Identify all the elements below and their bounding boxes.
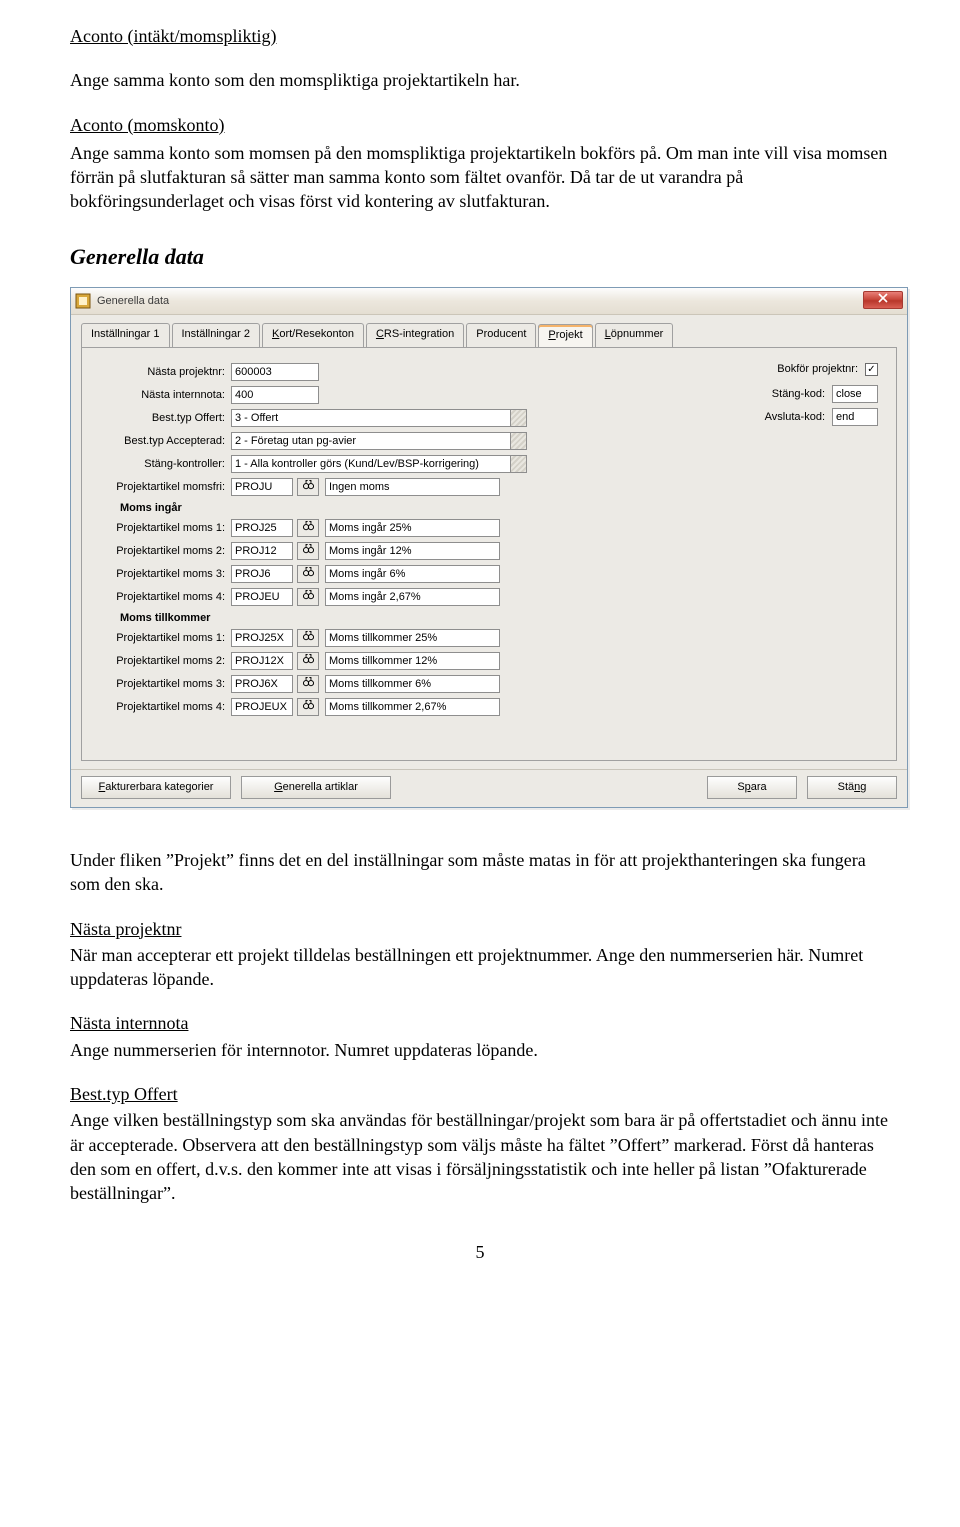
input-moms-ingar-0[interactable]: PROJ25 (231, 519, 293, 537)
label-besttyp-offert: Best.typ Offert: (94, 411, 231, 426)
tab-installningar-1[interactable]: Inställningar 1 (81, 323, 170, 347)
select-besttyp-offert[interactable]: 3 - Offert (231, 409, 511, 427)
label-moms-ingar-0: Projektartikel moms 1: (94, 521, 231, 536)
binoculars-icon (302, 629, 315, 647)
input-moms-ingar-2[interactable]: PROJ6 (231, 565, 293, 583)
binoculars-icon (302, 478, 315, 496)
checkbox-bokfor-projektnr[interactable]: ✓ (865, 363, 878, 376)
paragraph: Ange samma konto som momsen på den momsp… (70, 141, 890, 214)
input-nasta-projektnr[interactable]: 600003 (231, 363, 319, 381)
app-icon (75, 293, 91, 309)
select-besttyp-accepterad[interactable]: 2 - Företag utan pg-avier (231, 432, 511, 450)
input-projektartikel-momsfri[interactable]: PROJU (231, 478, 293, 496)
button-spara[interactable]: Spara (707, 776, 797, 799)
desc-moms-ingar-0: Moms ingår 25% (325, 519, 500, 537)
tab-kort-resekonton[interactable]: Kort/Resekonton (262, 323, 364, 347)
input-avsluta-kod[interactable]: end (832, 408, 878, 426)
label-bokfor-projektnr: Bokför projektnr: (777, 362, 860, 377)
desc-moms-tillkommer-3: Moms tillkommer 2,67% (325, 698, 500, 716)
binoculars-icon (302, 652, 315, 670)
input-moms-ingar-3[interactable]: PROJEU (231, 588, 293, 606)
binoculars-icon (302, 675, 315, 693)
label-moms-ingar-1: Projektartikel moms 2: (94, 544, 231, 559)
label-projektartikel-momsfri: Projektartikel momsfri: (94, 480, 231, 495)
bottom-bar: Fakturerbara kategorier Generella artikl… (71, 769, 907, 807)
dialog-generella-data: Generella data Inställningar 1 Inställni… (70, 287, 908, 808)
label-moms-tillkommer-3: Projektartikel moms 4: (94, 700, 231, 715)
label-moms-tillkommer-0: Projektartikel moms 1: (94, 631, 231, 646)
group-title-moms-ingar: Moms ingår (120, 501, 884, 516)
close-icon (878, 293, 888, 308)
input-moms-ingar-1[interactable]: PROJ12 (231, 542, 293, 560)
desc-projektartikel-momsfri: Ingen moms (325, 478, 500, 496)
lookup-button[interactable] (297, 675, 319, 693)
label-avsluta-kod: Avsluta-kod: (765, 410, 827, 425)
lookup-button[interactable] (297, 478, 319, 496)
heading-besttyp-offert: Best.typ Offert (70, 1084, 178, 1104)
button-generella-artiklar[interactable]: Generella artiklar (241, 776, 391, 799)
titlebar: Generella data (71, 288, 907, 315)
desc-moms-ingar-3: Moms ingår 2,67% (325, 588, 500, 606)
binoculars-icon (302, 542, 315, 560)
label-nasta-projektnr: Nästa projektnr: (94, 365, 231, 380)
label-moms-ingar-3: Projektartikel moms 4: (94, 590, 231, 605)
tab-producent[interactable]: Producent (466, 323, 536, 347)
input-moms-tillkommer-2[interactable]: PROJ6X (231, 675, 293, 693)
button-stang[interactable]: Stäng (807, 776, 897, 799)
label-moms-tillkommer-1: Projektartikel moms 2: (94, 654, 231, 669)
lookup-button[interactable] (297, 698, 319, 716)
tab-lopnummer[interactable]: Löpnummer (595, 323, 674, 347)
desc-moms-tillkommer-0: Moms tillkommer 25% (325, 629, 500, 647)
binoculars-icon (302, 565, 315, 583)
lookup-button[interactable] (297, 629, 319, 647)
paragraph: När man accepterar ett projekt tilldelas… (70, 943, 890, 992)
group-title-moms-tillkommer: Moms tillkommer (120, 611, 884, 626)
input-stang-kod[interactable]: close (832, 385, 878, 403)
desc-moms-ingar-2: Moms ingår 6% (325, 565, 500, 583)
label-moms-ingar-2: Projektartikel moms 3: (94, 567, 231, 582)
binoculars-icon (302, 588, 315, 606)
tabs: Inställningar 1 Inställningar 2 Kort/Res… (71, 315, 907, 347)
page-number: 5 (70, 1240, 890, 1264)
lookup-button[interactable] (297, 652, 319, 670)
lookup-button[interactable] (297, 588, 319, 606)
input-moms-tillkommer-1[interactable]: PROJ12X (231, 652, 293, 670)
input-nasta-internnota[interactable]: 400 (231, 386, 319, 404)
binoculars-icon (302, 698, 315, 716)
heading-aconto-momskonto: Aconto (momskonto) (70, 115, 225, 135)
form-area: Nästa projektnr: 600003 Bokför projektnr… (81, 347, 897, 761)
heading-aconto-intakt: Aconto (intäkt/momspliktig) (70, 26, 276, 46)
section-title-generella-data: Generella data (70, 242, 890, 272)
lookup-button[interactable] (297, 519, 319, 537)
label-stang-kontroller: Stäng-kontroller: (94, 457, 231, 472)
binoculars-icon (302, 519, 315, 537)
label-besttyp-accepterad: Best.typ Accepterad: (94, 434, 231, 449)
lookup-button[interactable] (297, 542, 319, 560)
heading-nasta-projektnr: Nästa projektnr (70, 919, 181, 939)
heading-nasta-internnota: Nästa internnota (70, 1013, 188, 1033)
label-nasta-internnota: Nästa internnota: (94, 388, 231, 403)
button-fakturerbara-kategorier[interactable]: Fakturerbara kategorier (81, 776, 231, 799)
window-title: Generella data (97, 294, 169, 309)
select-handle-icon[interactable] (511, 409, 527, 427)
desc-moms-tillkommer-2: Moms tillkommer 6% (325, 675, 500, 693)
desc-moms-tillkommer-1: Moms tillkommer 12% (325, 652, 500, 670)
close-button[interactable] (863, 291, 903, 309)
desc-moms-ingar-1: Moms ingår 12% (325, 542, 500, 560)
select-handle-icon[interactable] (511, 432, 527, 450)
tab-crs-integration[interactable]: CRS-integration (366, 323, 464, 347)
tab-installningar-2[interactable]: Inställningar 2 (172, 323, 261, 347)
input-moms-tillkommer-3[interactable]: PROJEUX (231, 698, 293, 716)
label-stang-kod: Stäng-kod: (772, 387, 827, 402)
paragraph: Ange nummerserien för internnotor. Numre… (70, 1038, 890, 1062)
lookup-button[interactable] (297, 565, 319, 583)
paragraph: Ange samma konto som den momspliktiga pr… (70, 68, 890, 92)
input-moms-tillkommer-0[interactable]: PROJ25X (231, 629, 293, 647)
paragraph: Under fliken ”Projekt” finns det en del … (70, 848, 890, 897)
select-stang-kontroller[interactable]: 1 - Alla kontroller görs (Kund/Lev/BSP-k… (231, 455, 511, 473)
label-moms-tillkommer-2: Projektartikel moms 3: (94, 677, 231, 692)
tab-projekt[interactable]: Projekt (538, 324, 592, 348)
select-handle-icon[interactable] (511, 455, 527, 473)
paragraph: Ange vilken beställningstyp som ska anvä… (70, 1108, 890, 1205)
